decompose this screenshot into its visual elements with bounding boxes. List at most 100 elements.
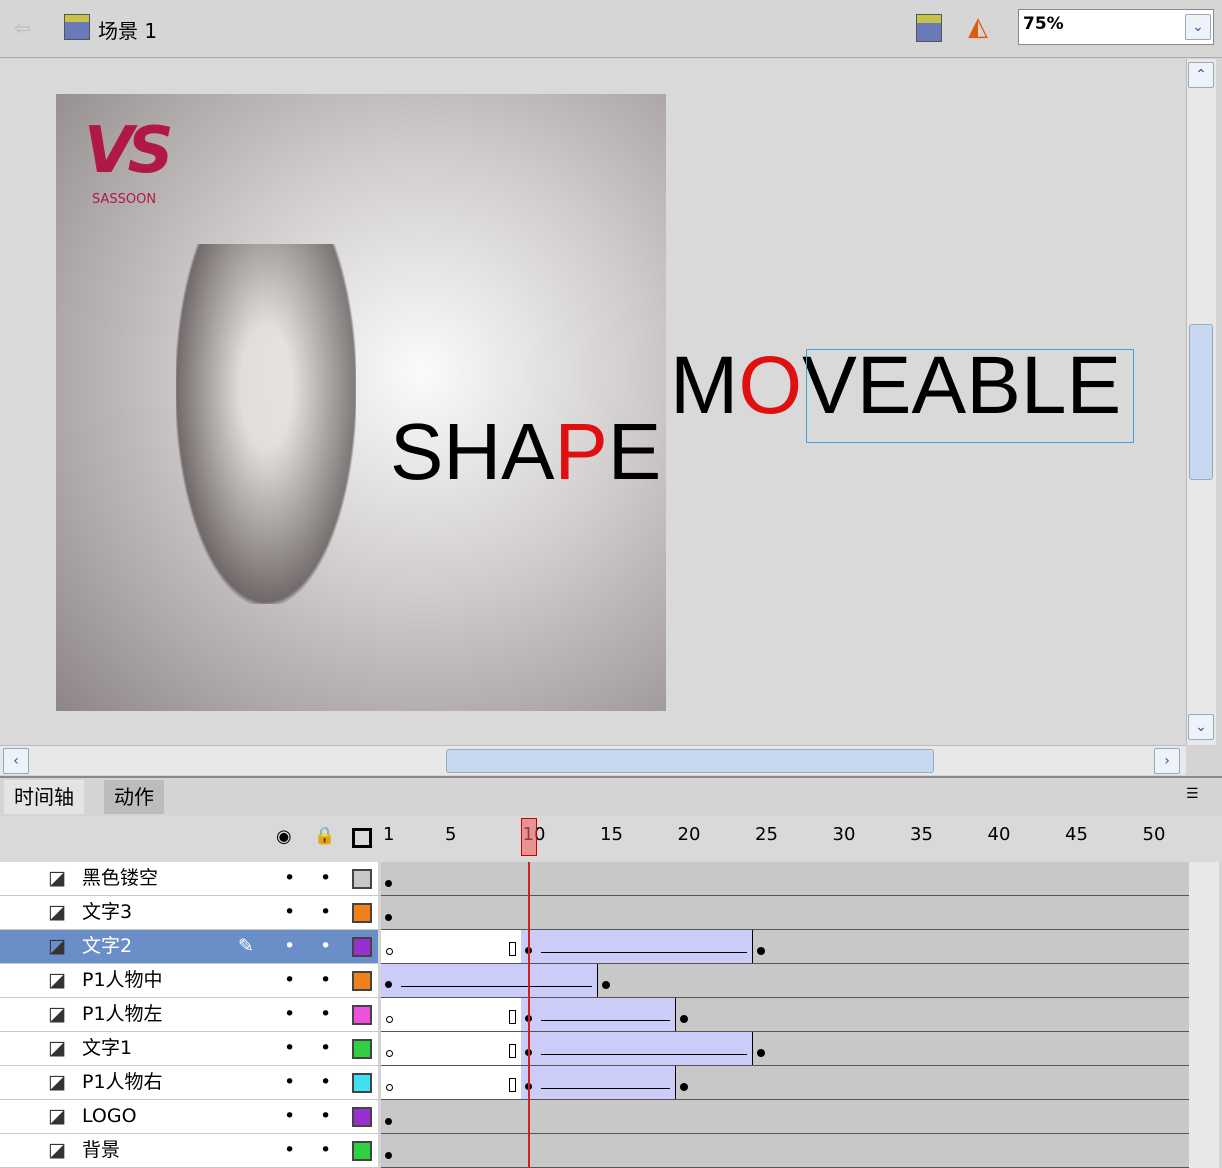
visibility-dot[interactable]: • — [284, 964, 295, 997]
outline-color-swatch[interactable] — [352, 1141, 372, 1161]
motion-tween[interactable] — [520, 930, 753, 963]
layer-row[interactable]: ◪ P1人物左 • • — [0, 998, 1190, 1032]
blank-frames[interactable] — [381, 930, 521, 963]
keyframe[interactable] — [757, 947, 765, 955]
scroll-right-icon[interactable]: › — [1154, 748, 1180, 774]
layer-row[interactable]: ◪ 文字3 • • — [0, 896, 1190, 930]
layer-label[interactable]: ◪ P1人物右 • • — [0, 1066, 378, 1099]
layer-frames[interactable] — [381, 1134, 1189, 1168]
edit-scene-icon[interactable] — [916, 14, 942, 42]
scroll-left-icon[interactable]: ‹ — [3, 748, 29, 774]
outline-color-swatch[interactable] — [352, 937, 372, 957]
motion-tween[interactable] — [520, 1032, 753, 1065]
horizontal-scroll-thumb[interactable] — [446, 749, 934, 773]
layer-row[interactable]: ◪ P1人物中 • • — [0, 964, 1190, 998]
lock-dot[interactable]: • — [320, 930, 331, 963]
keyframe[interactable] — [385, 981, 392, 988]
layer-frames[interactable] — [381, 930, 1189, 964]
lock-dot[interactable]: • — [320, 964, 331, 997]
layer-row[interactable]: ◪ P1人物右 • • — [0, 1066, 1190, 1100]
keyframe[interactable] — [385, 880, 392, 887]
outline-color-swatch[interactable] — [352, 1005, 372, 1025]
layer-frames[interactable] — [381, 862, 1189, 896]
timeline-vscroll[interactable] — [1189, 862, 1219, 1168]
layer-row[interactable]: ◪ 背景 • • — [0, 1134, 1190, 1168]
blank-keyframe[interactable] — [386, 948, 393, 955]
keyframe[interactable] — [679, 1015, 688, 1023]
keyframe[interactable] — [602, 981, 610, 989]
layer-frames[interactable] — [381, 1032, 1189, 1066]
back-arrow-icon[interactable]: ⇦ — [14, 16, 31, 40]
layer-frames[interactable] — [381, 998, 1189, 1032]
layer-frames[interactable] — [381, 896, 1189, 930]
end-frame[interactable] — [509, 1044, 516, 1058]
motion-tween[interactable] — [381, 964, 598, 997]
end-frame[interactable] — [509, 1010, 516, 1024]
motion-tween[interactable] — [520, 1066, 676, 1099]
layer-label[interactable]: ◪ 黑色镂空 • • — [0, 862, 378, 895]
tween-arrow[interactable] — [540, 1020, 670, 1021]
eye-icon[interactable]: ◉ — [276, 826, 292, 847]
layer-row[interactable]: ◪ LOGO • • — [0, 1100, 1190, 1134]
layer-label[interactable]: ◪ 文字2 ✎ • • — [0, 930, 378, 963]
keyframe[interactable] — [757, 1049, 765, 1057]
tween-arrow[interactable] — [401, 986, 592, 987]
visibility-dot[interactable]: • — [284, 1134, 295, 1167]
tween-arrow[interactable] — [540, 1088, 670, 1089]
layer-frames[interactable] — [381, 1066, 1189, 1100]
current-frame-marker[interactable] — [520, 818, 537, 856]
layer-label[interactable]: ◪ 文字3 • • — [0, 896, 378, 929]
visibility-dot[interactable]: • — [284, 998, 295, 1031]
outline-color-swatch[interactable] — [352, 903, 372, 923]
vertical-scroll-thumb[interactable] — [1189, 324, 1213, 480]
lock-dot[interactable]: • — [320, 1066, 331, 1099]
visibility-dot[interactable]: • — [284, 1100, 295, 1133]
keyframe[interactable] — [679, 1083, 688, 1091]
end-frame[interactable] — [509, 942, 516, 956]
tween-arrow[interactable] — [540, 1054, 747, 1055]
keyframe[interactable] — [385, 1152, 392, 1159]
lock-dot[interactable]: • — [320, 896, 331, 929]
blank-keyframe[interactable] — [386, 1084, 393, 1091]
blank-frames[interactable] — [381, 998, 521, 1031]
frame-ruler[interactable]: 15101520253035404550 — [381, 816, 1189, 862]
blank-frames[interactable] — [381, 1066, 521, 1099]
zoom-select[interactable]: 75% ⌄ — [1018, 9, 1214, 45]
scroll-down-icon[interactable]: ⌄ — [1188, 714, 1214, 740]
lock-dot[interactable]: • — [320, 862, 331, 895]
layer-label[interactable]: ◪ 文字1 • • — [0, 1032, 378, 1065]
keyframe[interactable] — [385, 1118, 392, 1125]
lock-dot[interactable]: • — [320, 1032, 331, 1065]
lock-dot[interactable]: • — [320, 1100, 331, 1133]
horizontal-scrollbar[interactable]: ‹ › — [0, 745, 1186, 775]
panel-menu-icon[interactable]: ☰ — [1186, 786, 1199, 802]
lock-dot[interactable]: • — [320, 998, 331, 1031]
keyframe[interactable] — [385, 914, 392, 921]
edit-symbols-icon[interactable]: ◭ — [968, 12, 988, 42]
outline-color-swatch[interactable] — [352, 1039, 372, 1059]
tween-arrow[interactable] — [540, 952, 747, 953]
shape-text[interactable]: SHAPE — [390, 412, 661, 492]
layer-label[interactable]: ◪ P1人物中 • • — [0, 964, 378, 997]
layer-label[interactable]: ◪ 背景 • • — [0, 1134, 378, 1167]
visibility-dot[interactable]: • — [284, 896, 295, 929]
visibility-dot[interactable]: • — [284, 1032, 295, 1065]
layer-label[interactable]: ◪ LOGO • • — [0, 1100, 378, 1133]
lock-dot[interactable]: • — [320, 1134, 331, 1167]
layer-row[interactable]: ◪ 文字2 ✎ • • — [0, 930, 1190, 964]
scroll-up-icon[interactable]: ⌃ — [1188, 62, 1214, 88]
visibility-dot[interactable]: • — [284, 862, 295, 895]
tab-actions[interactable]: 动作 — [104, 780, 164, 814]
motion-tween[interactable] — [520, 998, 676, 1031]
blank-keyframe[interactable] — [386, 1016, 393, 1023]
selection-box[interactable] — [806, 349, 1134, 443]
blank-keyframe[interactable] — [386, 1050, 393, 1057]
layer-frames[interactable] — [381, 964, 1189, 998]
outline-icon[interactable] — [352, 828, 372, 848]
layer-frames[interactable] — [381, 1100, 1189, 1134]
vertical-scrollbar[interactable]: ⌃ ⌄ — [1186, 59, 1216, 745]
lock-icon[interactable]: 🔒 — [314, 826, 335, 846]
layer-row[interactable]: ◪ 黑色镂空 • • — [0, 862, 1190, 896]
visibility-dot[interactable]: • — [284, 930, 295, 963]
stage-canvas[interactable]: VS SASSOON — [56, 94, 666, 711]
